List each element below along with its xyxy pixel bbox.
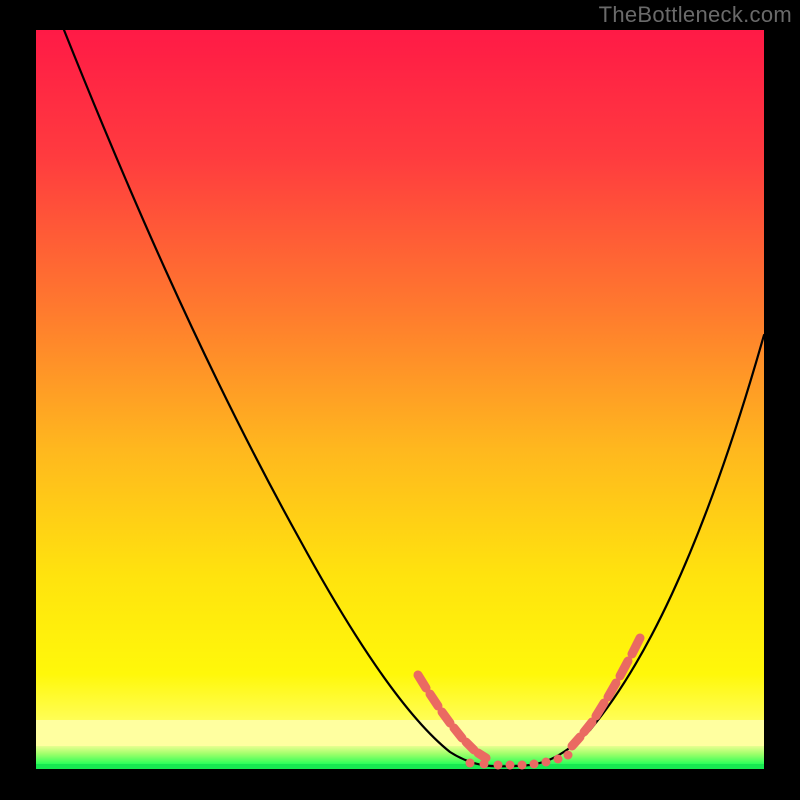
plot-area xyxy=(36,30,764,769)
floor-dot xyxy=(494,761,503,770)
green-band xyxy=(36,746,764,764)
floor-dot xyxy=(518,761,527,770)
pale-yellow-band xyxy=(36,720,764,746)
green-baseline xyxy=(36,764,764,769)
dash-left-seg xyxy=(466,742,474,750)
watermark-text: TheBottleneck.com xyxy=(599,2,792,28)
chart-svg xyxy=(0,0,800,800)
floor-dot xyxy=(542,758,551,767)
floor-dot xyxy=(466,759,475,768)
floor-dot xyxy=(480,760,489,769)
dash-right-seg xyxy=(572,737,580,746)
floor-dot xyxy=(506,761,515,770)
dash-left-seg xyxy=(454,728,462,738)
floor-dot xyxy=(530,760,539,769)
dash-right-seg xyxy=(584,722,592,732)
dash-left-seg xyxy=(478,753,486,758)
gradient-body xyxy=(36,30,764,730)
floor-dot xyxy=(564,751,573,760)
chart-stage: TheBottleneck.com xyxy=(0,0,800,800)
floor-dot xyxy=(554,755,563,764)
